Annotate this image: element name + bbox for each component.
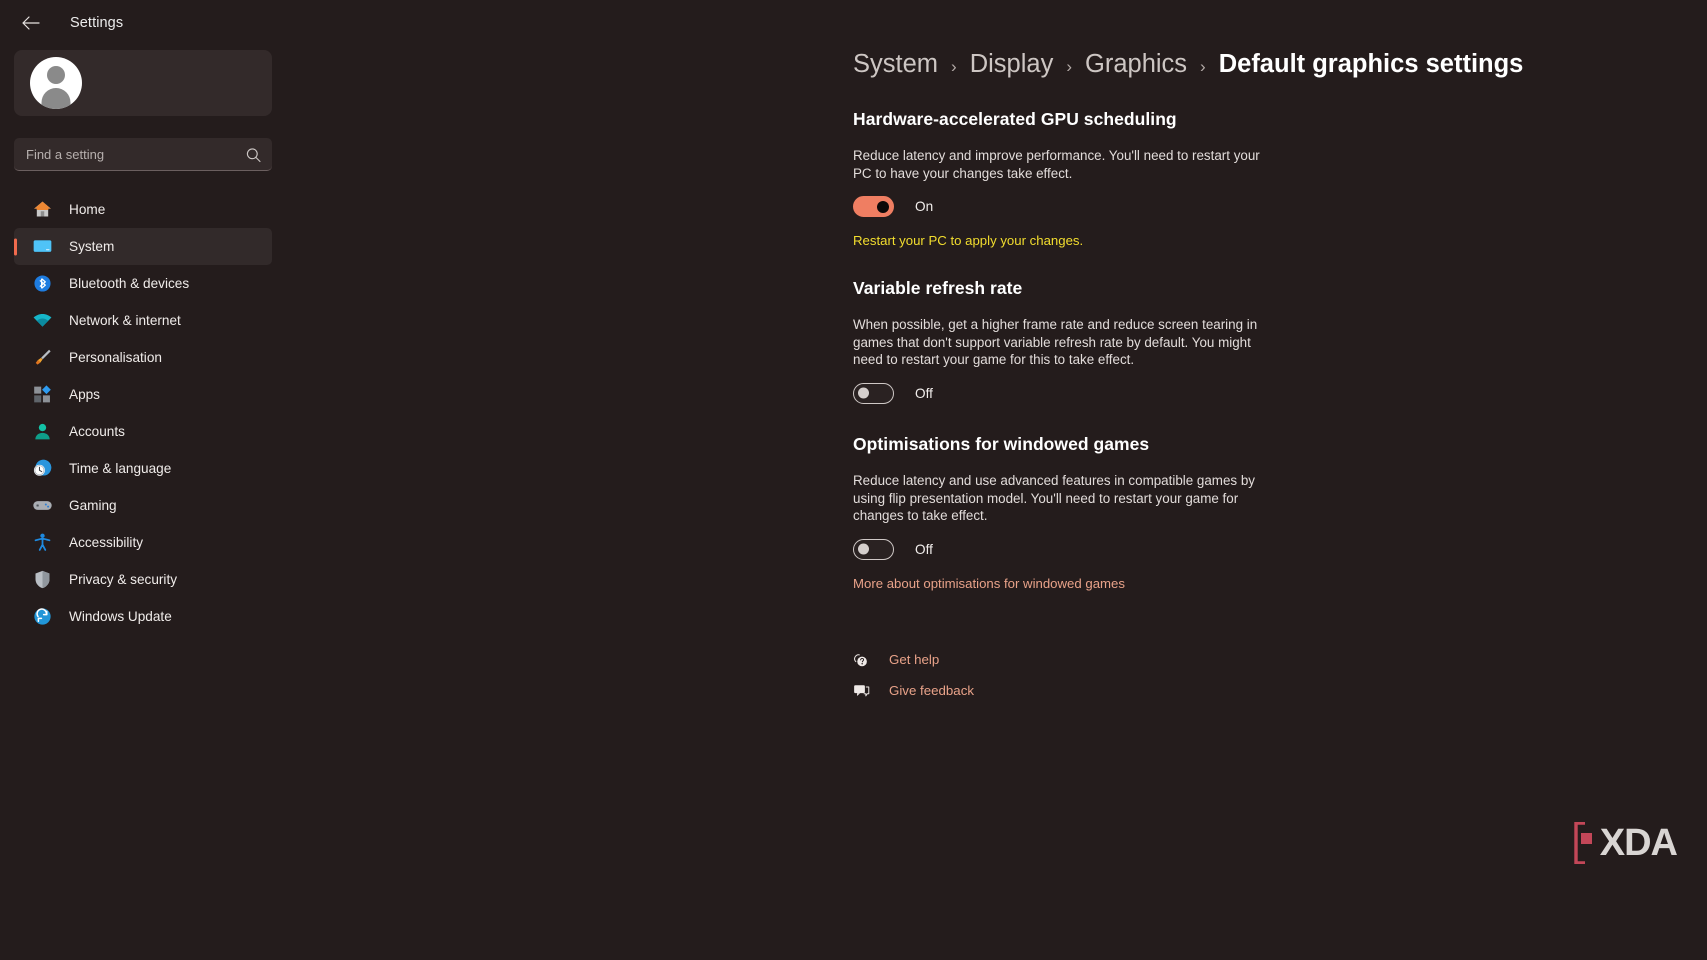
back-button[interactable] [14, 7, 48, 39]
get-help-label: Get help [889, 652, 940, 668]
section-description: Reduce latency and use advanced features… [853, 472, 1255, 524]
toggle-knob [877, 200, 889, 213]
sidebar-item-label: Home [69, 202, 106, 217]
accessibility-person-icon [34, 533, 51, 551]
give-feedback-label: Give feedback [889, 683, 975, 699]
give-feedback-row[interactable]: Give feedback [853, 676, 1673, 706]
toggle-state-label: Off [915, 541, 933, 557]
section-title: Hardware-accelerated GPU scheduling [853, 109, 1177, 129]
breadcrumb: System › Display › Graphics › Default gr… [853, 50, 1673, 79]
sidebar-item-label: Bluetooth & devices [69, 276, 190, 291]
sidebar: Home System Bluetooth & devices [0, 46, 290, 960]
sidebar-item-label: Accessibility [69, 535, 144, 550]
apps-icon [34, 385, 51, 403]
paintbrush-icon [35, 349, 51, 365]
get-help-row[interactable]: Get help [853, 645, 1673, 675]
sidebar-item-gaming[interactable]: Gaming [14, 487, 272, 524]
sidebar-item-label: Apps [69, 387, 100, 402]
sidebar-item-label: Privacy & security [69, 572, 178, 587]
sidebar-item-label: Windows Update [69, 609, 172, 624]
shield-icon [35, 570, 50, 589]
section-description: Reduce latency and improve performance. … [853, 148, 1260, 181]
app-title: Settings [70, 15, 124, 31]
clock-globe-icon [33, 459, 52, 476]
sidebar-item-label: Gaming [69, 498, 117, 513]
sidebar-item-home[interactable]: Home [14, 191, 272, 228]
chevron-right-icon: › [951, 57, 957, 76]
main-content: System › Display › Graphics › Default gr… [853, 46, 1673, 960]
gpu-scheduling-toggle[interactable] [853, 196, 894, 218]
update-refresh-icon [34, 608, 51, 625]
xda-bracket-icon [1574, 822, 1595, 864]
help-question-icon [854, 654, 867, 667]
sidebar-item-apps[interactable]: Apps [14, 376, 272, 413]
account-person-icon [35, 423, 50, 440]
sidebar-item-label: Time & language [69, 461, 172, 476]
xda-watermark: XDA [1574, 822, 1678, 864]
gamepad-icon [33, 501, 52, 510]
back-arrow-icon [22, 16, 40, 30]
sidebar-item-personalisation[interactable]: Personalisation [14, 339, 272, 376]
chevron-right-icon: › [1066, 57, 1072, 76]
variable-refresh-rate-toggle[interactable] [853, 382, 894, 404]
section-title: Variable refresh rate [853, 278, 1023, 299]
sidebar-item-accessibility[interactable]: Accessibility [14, 524, 272, 561]
wifi-icon [33, 313, 52, 327]
section-description: When possible, get a higher frame rate a… [853, 317, 1258, 368]
breadcrumb-item-display[interactable]: Display [970, 50, 1054, 79]
sidebar-item-time-language[interactable]: Time & language [14, 450, 272, 487]
chevron-right-icon: › [1200, 57, 1206, 76]
system-monitor-icon [33, 240, 52, 252]
toggle-knob [858, 543, 869, 555]
home-icon [34, 201, 51, 217]
user-avatar-icon [30, 57, 82, 109]
xda-watermark-text: XDA [1599, 822, 1678, 864]
sidebar-item-accounts[interactable]: Accounts [14, 413, 272, 450]
more-about-optimisations-link[interactable]: More about optimisations for windowed ga… [853, 576, 1125, 591]
sidebar-nav: Home System Bluetooth & devices Network … [0, 191, 290, 635]
help-links: Get help Give feedback [853, 645, 1673, 706]
sidebar-item-privacy-security[interactable]: Privacy & security [14, 561, 272, 598]
sidebar-item-label: System [69, 239, 115, 254]
toggle-knob [858, 387, 869, 399]
breadcrumb-item-current: Default graphics settings [1218, 50, 1524, 78]
sidebar-item-label: Accounts [69, 424, 125, 439]
section-gpu-scheduling: Hardware-accelerated GPU scheduling Redu… [853, 109, 1673, 248]
sidebar-item-windows-update[interactable]: Windows Update [14, 598, 272, 635]
toggle-state-label: On [915, 199, 934, 215]
section-title: Optimisations for windowed games [853, 433, 1150, 454]
sidebar-item-label: Network & internet [69, 313, 181, 328]
section-windowed-game-optimisations: Optimisations for windowed games Reduce … [853, 434, 1673, 593]
section-variable-refresh-rate: Variable refresh rate When possible, get… [853, 278, 1673, 404]
sidebar-item-system[interactable]: System [14, 228, 272, 265]
bluetooth-icon [34, 275, 51, 292]
account-card[interactable] [14, 50, 272, 116]
toggle-state-label: Off [915, 385, 933, 401]
sidebar-item-label: Personalisation [69, 350, 162, 365]
breadcrumb-item-graphics[interactable]: Graphics [1085, 50, 1187, 79]
toggle-row: Off [853, 382, 1673, 404]
restart-warning-text: Restart your PC to apply your changes. [853, 233, 1084, 249]
toggle-row: On [853, 196, 1673, 218]
sidebar-item-network-internet[interactable]: Network & internet [14, 302, 272, 339]
feedback-icon [854, 685, 870, 697]
windowed-optimisations-toggle[interactable] [853, 538, 894, 560]
search-container [14, 138, 272, 171]
sidebar-item-bluetooth-devices[interactable]: Bluetooth & devices [14, 265, 272, 302]
breadcrumb-item-system[interactable]: System [853, 50, 938, 79]
search-input[interactable] [14, 138, 272, 171]
toggle-row: Off [853, 538, 1673, 560]
title-bar: Settings [0, 0, 1707, 46]
